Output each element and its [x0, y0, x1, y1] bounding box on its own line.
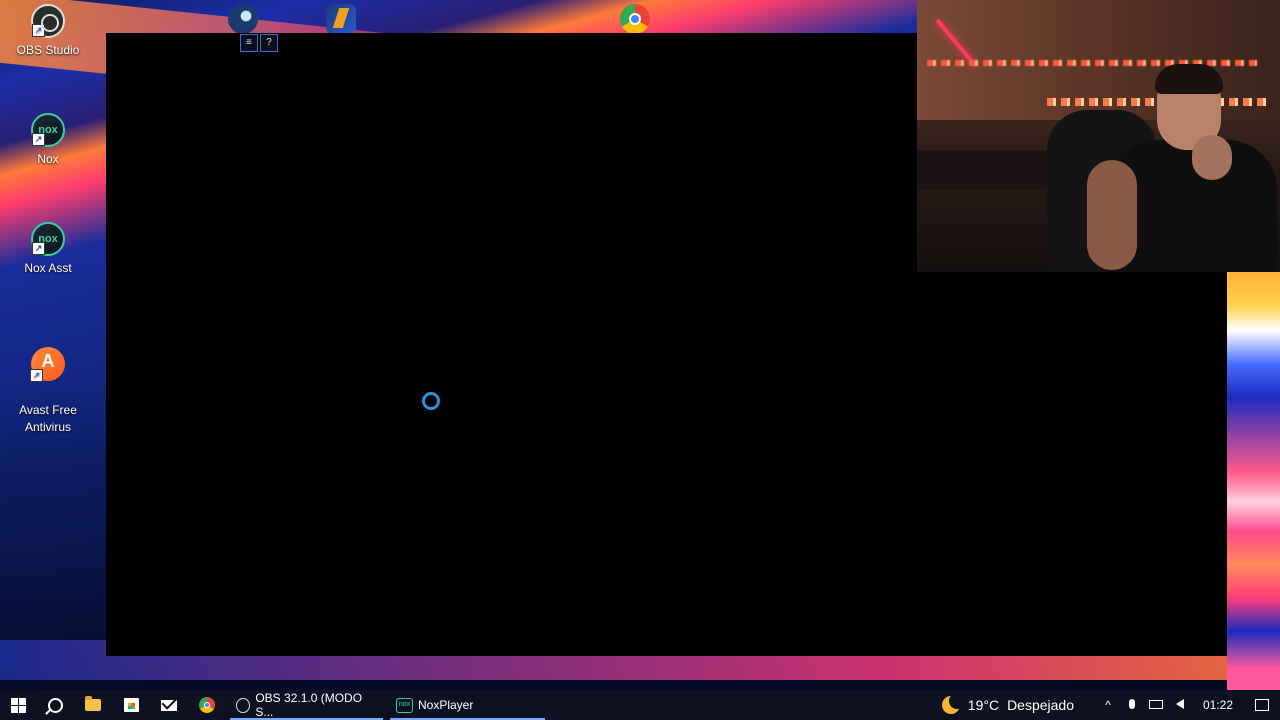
nox-asst-icon: nox ↗ — [31, 222, 65, 256]
desktop-icon-label: Nox — [37, 152, 59, 166]
obs-icon: ↗ — [31, 4, 65, 38]
streamer-arm — [1087, 160, 1137, 270]
taskbar-app-noxplayer[interactable]: nox NoxPlayer — [390, 690, 545, 720]
weather-temp: 19°C — [967, 697, 1000, 713]
menu-icon[interactable]: ≡ — [240, 34, 258, 52]
weather-widget[interactable]: 19°C Despejado — [941, 693, 1074, 714]
show-hidden-icons-chevron-icon[interactable]: ^ — [1096, 698, 1120, 712]
desktop-icon-nox[interactable]: nox ↗ Nox — [6, 113, 90, 168]
shortcut-arrow-icon: ↗ — [32, 24, 45, 37]
chrome-taskbar-button[interactable] — [192, 690, 222, 720]
desktop-icon-label: OBS Studio — [16, 43, 80, 57]
store-button[interactable] — [116, 690, 146, 720]
desktop-icon-label: Avast Free Antivirus — [19, 403, 77, 434]
clock[interactable]: 01:22 — [1192, 698, 1244, 712]
chrome-icon[interactable] — [620, 4, 650, 34]
nox-icon: nox — [396, 697, 413, 713]
search-icon — [47, 697, 63, 713]
shortcut-arrow-icon: ↗ — [32, 242, 45, 255]
moon-icon — [941, 693, 965, 714]
file-explorer-button[interactable] — [78, 690, 108, 720]
loading-spinner-icon — [422, 392, 440, 410]
shortcut-arrow-icon: ↗ — [30, 369, 43, 382]
shortcut-arrow-icon: ↗ — [32, 133, 45, 146]
chrome-icon — [199, 697, 215, 713]
system-tray: 19°C Despejado ^ 01:22 — [941, 690, 1280, 720]
desktop-icon-label: Nox Asst — [24, 261, 72, 275]
mail-button[interactable] — [154, 690, 184, 720]
taskbar-app-label: OBS 32.1.0 (MODO S... — [255, 691, 363, 719]
volume-icon[interactable] — [1168, 698, 1192, 712]
desk — [917, 150, 1057, 190]
network-icon[interactable] — [1144, 698, 1168, 712]
desktop-icon-obs-studio[interactable]: ↗ OBS Studio — [6, 4, 90, 59]
webcam-overlay — [917, 0, 1280, 272]
avast-icon: ↗ — [30, 347, 65, 382]
taskbar: OBS 32.1.0 (MODO S... nox NoxPlayer 19°C… — [0, 690, 1280, 720]
store-icon — [123, 698, 139, 712]
steam-icon[interactable] — [228, 4, 258, 34]
obs-icon — [236, 697, 251, 713]
help-icon[interactable]: ? — [260, 34, 278, 52]
wallpaper-visible-edge — [1227, 272, 1280, 690]
streamer-hand — [1192, 135, 1232, 180]
search-button[interactable] — [38, 690, 72, 720]
streamer — [1077, 60, 1277, 272]
microphone-icon[interactable] — [1120, 698, 1144, 712]
counter-strike-icon[interactable] — [326, 4, 356, 34]
taskbar-app-obs[interactable]: OBS 32.1.0 (MODO S... — [230, 690, 383, 720]
desktop-icon-avast[interactable]: ↗ Avast Free Antivirus — [6, 330, 90, 453]
mail-icon — [161, 699, 177, 711]
nox-icon: nox ↗ — [31, 113, 65, 147]
weather-condition: Despejado — [1007, 697, 1074, 713]
desktop-icon-nox-asst[interactable]: nox ↗ Nox Asst — [6, 222, 90, 277]
nox-toolbar: ≡ ? — [240, 34, 278, 52]
start-button[interactable] — [0, 690, 36, 720]
notification-icon — [1255, 699, 1269, 711]
taskbar-app-label: NoxPlayer — [418, 698, 474, 712]
folder-icon — [85, 696, 101, 711]
streamer-hair — [1155, 64, 1223, 94]
windows-logo-icon — [10, 697, 26, 713]
notifications-button[interactable] — [1244, 699, 1280, 711]
